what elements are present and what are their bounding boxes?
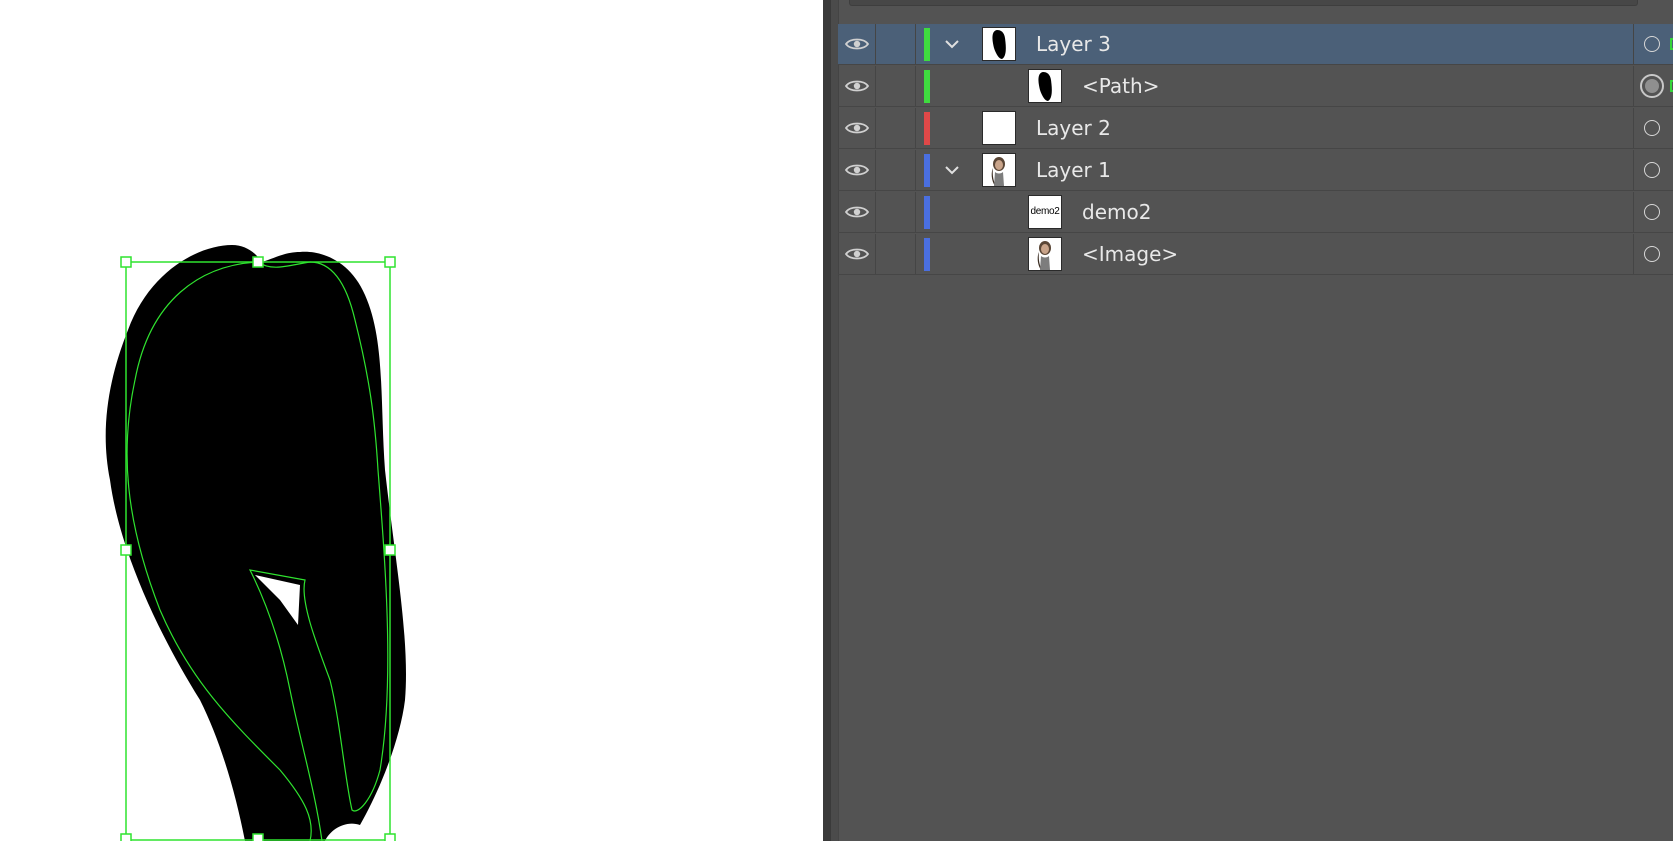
layer-thumbnail [982,27,1016,61]
eye-icon[interactable] [844,37,869,51]
layer-row-image[interactable]: <Image> [838,234,1673,275]
target-column-divider [1633,234,1634,274]
target-column-divider [1633,108,1634,148]
eye-icon[interactable] [844,79,869,93]
handle-middle-right[interactable] [384,544,396,556]
layers-list-empty-area[interactable] [838,276,1673,841]
layer-thumbnail [1028,237,1062,271]
visibility-toggle[interactable] [838,108,876,148]
lock-toggle[interactable] [876,24,916,64]
layer-name[interactable]: Layer 1 [1036,150,1111,191]
layers-panel: Layer 3 <Path> Layer 2 Layer 1 demo2 dem… [831,0,1673,841]
lock-toggle[interactable] [876,192,916,232]
handle-middle-left[interactable] [120,544,132,556]
target-column-divider [1633,150,1634,190]
thumbnail-text: demo2 [1030,206,1060,217]
visibility-toggle[interactable] [838,66,876,106]
layer-row-layer-3[interactable]: Layer 3 [838,24,1673,65]
layer-color-indicator [924,28,930,61]
eye-icon[interactable] [844,163,869,177]
eye-icon[interactable] [844,121,869,135]
target-circle-icon[interactable] [1640,74,1664,98]
chevron-down-icon[interactable] [944,162,960,178]
layer-color-indicator [924,112,930,145]
portrait-thumbnail [1037,241,1051,270]
canvas-artwork[interactable] [0,0,823,841]
layer-color-indicator [924,70,930,103]
handle-top-middle[interactable] [252,256,264,268]
target-circle-icon[interactable] [1644,36,1660,52]
layer-name[interactable]: <Image> [1082,234,1178,275]
layer-color-indicator [924,238,930,271]
handle-top-left[interactable] [120,256,132,268]
handle-bottom-left[interactable] [120,833,132,841]
artboard-canvas[interactable] [0,0,823,841]
layer-name[interactable]: Layer 3 [1036,24,1111,65]
black-path-shape[interactable] [105,245,406,841]
handle-top-right[interactable] [384,256,396,268]
black-shape-thumbnail [1038,72,1052,101]
layer-row-layer-1[interactable]: Layer 1 [838,150,1673,191]
black-shape-thumbnail [992,30,1006,59]
layer-color-indicator [924,154,930,187]
target-circle-icon[interactable] [1644,120,1660,136]
layer-name[interactable]: demo2 [1082,192,1151,233]
panel-divider[interactable] [823,0,831,841]
layer-row-demo2[interactable]: demo2 demo2 [838,192,1673,233]
lock-toggle[interactable] [876,66,916,106]
layer-thumbnail: demo2 [1028,195,1062,229]
lock-toggle[interactable] [876,108,916,148]
target-circle-icon[interactable] [1644,162,1660,178]
layer-name[interactable]: <Path> [1082,66,1159,107]
panel-search-field[interactable] [849,0,1638,6]
eye-icon[interactable] [844,247,869,261]
lock-toggle[interactable] [876,150,916,190]
layer-color-indicator [924,196,930,229]
layer-thumbnail [1028,69,1062,103]
handle-bottom-middle[interactable] [252,833,264,841]
target-column-divider [1633,66,1634,106]
lock-toggle[interactable] [876,234,916,274]
layer-name[interactable]: Layer 2 [1036,108,1111,149]
eye-icon[interactable] [844,205,869,219]
visibility-toggle[interactable] [838,192,876,232]
visibility-toggle[interactable] [838,150,876,190]
target-column-divider [1633,24,1634,64]
chevron-down-icon[interactable] [944,36,960,52]
visibility-toggle[interactable] [838,24,876,64]
layer-row-layer-2[interactable]: Layer 2 [838,108,1673,149]
portrait-thumbnail [991,157,1005,186]
target-circle-icon[interactable] [1644,246,1660,262]
handle-bottom-right[interactable] [384,833,396,841]
target-column-divider [1633,192,1634,232]
layer-thumbnail [982,153,1016,187]
visibility-toggle[interactable] [838,234,876,274]
blank-thumbnail [982,111,1016,145]
target-circle-icon[interactable] [1644,204,1660,220]
layer-row-path[interactable]: <Path> [838,66,1673,107]
